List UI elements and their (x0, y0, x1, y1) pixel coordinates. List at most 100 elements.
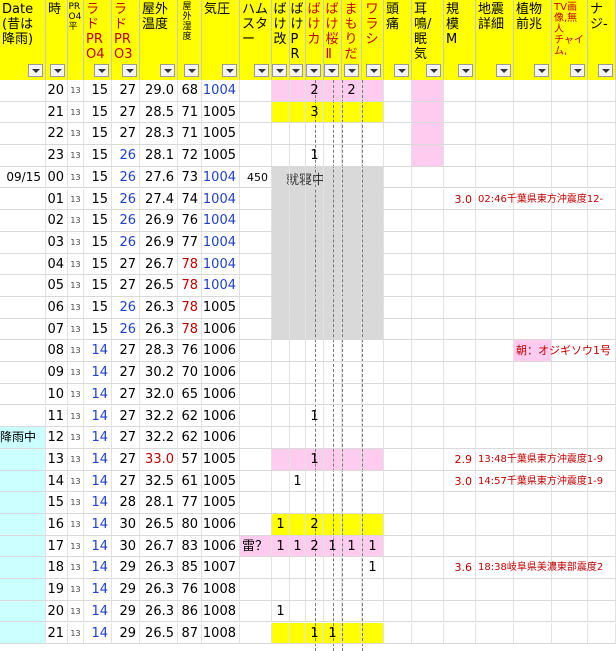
cell-bka[interactable] (306, 470, 324, 492)
cell-bpr[interactable] (290, 579, 306, 600)
cell-temp[interactable]: 26.5 (140, 622, 178, 644)
cell-p4[interactable]: 14 (84, 514, 112, 535)
cell-mam[interactable] (342, 492, 362, 513)
cell-empty[interactable] (514, 123, 552, 145)
cell-war[interactable]: 1 (362, 535, 384, 557)
cell-bka[interactable] (306, 600, 324, 622)
cell-bsk[interactable] (324, 297, 342, 318)
cell-avg[interactable]: 13 (68, 579, 84, 600)
cell-p4[interactable]: 14 (84, 405, 112, 427)
cell-bsk[interactable] (324, 405, 342, 427)
cell-pres[interactable]: 1005 (202, 492, 240, 513)
cell-pres[interactable]: 1005 (202, 470, 240, 492)
cell-bpr[interactable] (290, 188, 306, 210)
cell-avg[interactable]: 13 (68, 622, 84, 644)
cell-empty[interactable] (476, 383, 514, 405)
cell-mam[interactable] (342, 275, 362, 296)
cell-avg[interactable]: 13 (68, 166, 84, 188)
cell-p4[interactable]: 15 (84, 297, 112, 318)
cell-empty[interactable] (588, 427, 616, 448)
cell-mam[interactable] (342, 579, 362, 600)
filter-dropdown-button[interactable] (184, 64, 199, 77)
cell-hum[interactable]: 86 (178, 600, 202, 622)
cell-bsk[interactable] (324, 448, 342, 470)
filter-dropdown-button[interactable] (366, 64, 381, 77)
cell-empty[interactable] (588, 80, 616, 101)
cell-avg[interactable]: 13 (68, 297, 84, 318)
cell-bsk[interactable] (324, 231, 342, 253)
cell-empty[interactable] (514, 318, 552, 340)
cell-empty[interactable] (412, 470, 444, 492)
cell-date[interactable] (0, 362, 46, 383)
cell-hum[interactable]: 77 (178, 231, 202, 253)
cell-bsk[interactable] (324, 514, 342, 535)
cell-p3[interactable]: 27 (112, 101, 140, 123)
cell-ham[interactable] (240, 188, 272, 210)
filter-dropdown-button[interactable] (426, 64, 441, 77)
cell-hum[interactable]: 76 (178, 579, 202, 600)
cell-empty[interactable] (514, 145, 552, 166)
cell-bk[interactable] (272, 188, 290, 210)
cell-bsk[interactable] (324, 470, 342, 492)
cell-empty[interactable] (588, 101, 616, 123)
cell-ham[interactable] (240, 253, 272, 275)
cell-hum[interactable]: 77 (178, 492, 202, 513)
cell-bka[interactable] (306, 492, 324, 513)
cell-m[interactable]: 3.6 (444, 557, 476, 579)
cell-bk[interactable]: 1 (272, 514, 290, 535)
cell-bk[interactable] (272, 470, 290, 492)
cell-m[interactable]: 2.9 (444, 448, 476, 470)
cell-empty[interactable] (412, 210, 444, 231)
cell-eq-detail[interactable]: 18:38岐阜県美濃東部震度2 (478, 557, 603, 578)
cell-empty[interactable] (412, 514, 444, 535)
cell-hour[interactable]: 04 (46, 253, 68, 275)
cell-pres[interactable]: 1006 (202, 318, 240, 340)
cell-p3[interactable]: 26 (112, 231, 140, 253)
cell-empty[interactable] (384, 427, 412, 448)
cell-avg[interactable]: 13 (68, 253, 84, 275)
cell-hour[interactable]: 20 (46, 80, 68, 101)
cell-empty[interactable] (514, 535, 552, 557)
cell-empty[interactable] (384, 470, 412, 492)
cell-empty[interactable] (412, 383, 444, 405)
cell-date[interactable] (0, 470, 46, 492)
cell-empty[interactable] (476, 253, 514, 275)
cell-empty[interactable] (552, 427, 588, 448)
cell-pres[interactable]: 1006 (202, 362, 240, 383)
cell-m[interactable] (444, 405, 476, 427)
cell-bpr[interactable] (290, 231, 306, 253)
cell-p3[interactable]: 27 (112, 275, 140, 296)
cell-temp[interactable]: 28.3 (140, 340, 178, 362)
cell-empty[interactable] (476, 318, 514, 340)
cell-bsk[interactable] (324, 362, 342, 383)
cell-bpr[interactable] (290, 622, 306, 644)
cell-p3[interactable]: 27 (112, 383, 140, 405)
cell-bka[interactable] (306, 340, 324, 362)
cell-m[interactable] (444, 579, 476, 600)
cell-hour[interactable]: 23 (46, 145, 68, 166)
cell-ham[interactable] (240, 340, 272, 362)
cell-date[interactable] (0, 492, 46, 513)
cell-bk[interactable] (272, 80, 290, 101)
cell-bsk[interactable]: 1 (324, 622, 342, 644)
cell-empty[interactable] (588, 579, 616, 600)
cell-m[interactable]: 3.0 (444, 470, 476, 492)
cell-m[interactable] (444, 340, 476, 362)
cell-bsk[interactable] (324, 557, 342, 579)
cell-temp[interactable]: 26.7 (140, 535, 178, 557)
cell-war[interactable] (362, 427, 384, 448)
cell-temp[interactable]: 27.4 (140, 188, 178, 210)
cell-bka[interactable] (306, 166, 324, 188)
cell-bk[interactable] (272, 275, 290, 296)
cell-empty[interactable] (384, 579, 412, 600)
cell-hour[interactable]: 18 (46, 557, 68, 579)
cell-hour[interactable]: 00 (46, 166, 68, 188)
cell-hour[interactable]: 10 (46, 383, 68, 405)
cell-p3[interactable]: 26 (112, 166, 140, 188)
cell-bk[interactable] (272, 362, 290, 383)
cell-empty[interactable] (412, 579, 444, 600)
cell-bk[interactable] (272, 318, 290, 340)
cell-bpr[interactable] (290, 557, 306, 579)
cell-ham[interactable]: 450 (240, 166, 272, 188)
cell-empty[interactable] (412, 535, 444, 557)
